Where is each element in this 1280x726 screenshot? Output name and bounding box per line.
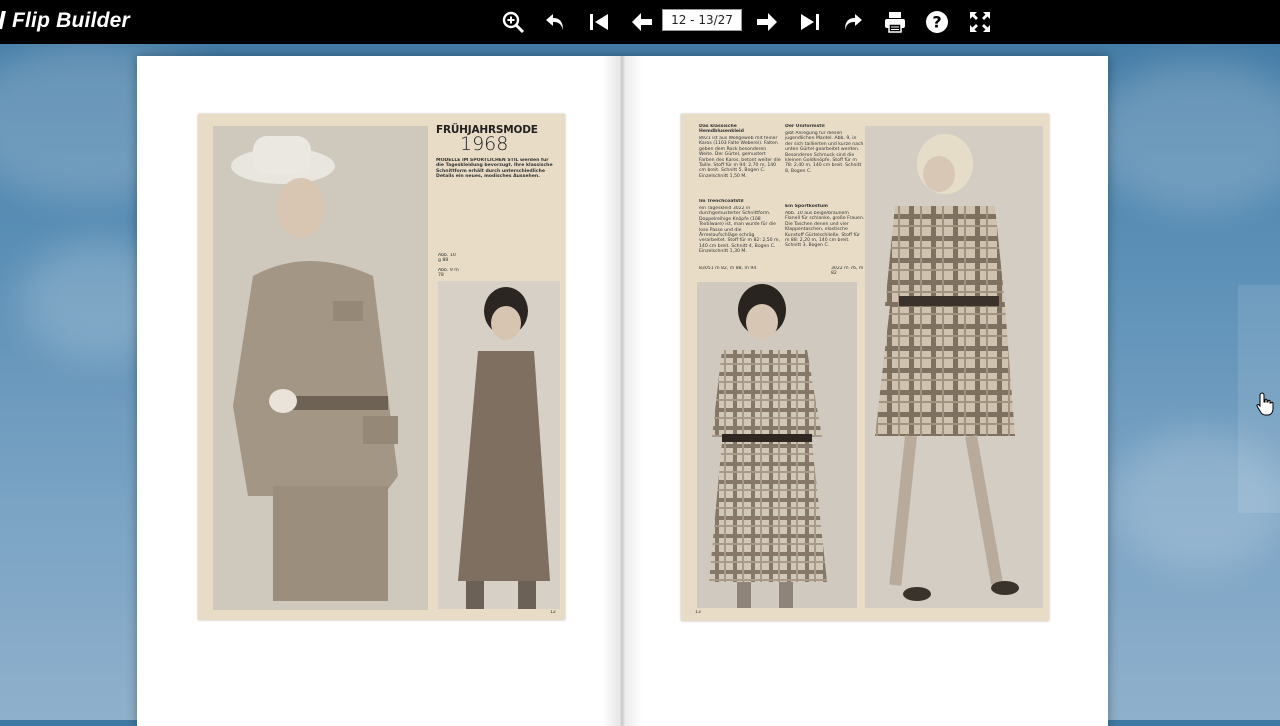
left-page-number: 12 <box>550 610 556 615</box>
col4-text: Abb. 10 aus beige/braunem Flanell für sc… <box>785 211 865 249</box>
last-page-button[interactable] <box>796 8 824 36</box>
left-intro-text: MODELLE IM SPORTLICHEN STIL werden für d… <box>436 158 553 180</box>
right-caption-a: 83051 m 82, m 88, m 94 <box>699 266 757 271</box>
toolbar: Flip Builder ? <box>0 0 1280 44</box>
left-caption-b: Abb. 9 m 78 <box>438 268 459 279</box>
print-icon <box>885 12 905 33</box>
help-icon: ? <box>926 11 948 33</box>
first-page-button[interactable] <box>585 8 613 36</box>
print-button[interactable] <box>881 8 909 36</box>
logo-mark-icon <box>0 11 6 29</box>
flipbook-spread[interactable]: FRÜHJAHRSMODE 1968 MODELLE IM SPORTLICHE… <box>137 56 1108 726</box>
fullscreen-icon <box>970 12 990 32</box>
previous-page-button[interactable] <box>628 8 656 36</box>
fullscreen-button[interactable] <box>966 8 994 36</box>
share-icon <box>845 14 862 30</box>
suit-model-illustration <box>213 126 428 610</box>
col2-text: gibt Anregung für diesen jugendlichen Ma… <box>785 131 864 174</box>
left-caption-a: Abb. 10 g 88 <box>438 253 456 264</box>
suit-model-photo <box>213 126 428 610</box>
hand-cursor-icon <box>1256 392 1274 416</box>
right-caption-b: 3022 m 76, m 82 <box>831 266 864 277</box>
last-page-icon <box>801 14 819 30</box>
next-page-button[interactable] <box>753 8 781 36</box>
check-dress-photo <box>697 282 857 608</box>
zoom-in-icon <box>502 11 525 34</box>
first-page-icon <box>590 14 608 30</box>
col2-title: Der Uniformstil <box>785 124 825 129</box>
col1-text: 8921 ist aus Wollgeweb mit feiner Karos … <box>699 136 781 179</box>
page-number-input[interactable] <box>662 9 742 31</box>
help-button[interactable]: ? <box>923 8 951 36</box>
col3-title: Im Trenchcoatstil <box>699 199 744 204</box>
right-page-scan: Das klassische Hemdblusenkleid 8921 ist … <box>681 114 1049 621</box>
book-spine <box>602 56 642 726</box>
col1-title: Das klassische Hemdblusenkleid <box>699 124 744 135</box>
undo-icon <box>546 14 563 30</box>
col3-text: ein Tageskleid 3022 in durchgemusterter … <box>699 206 780 255</box>
previous-page-icon <box>632 13 652 31</box>
coat-model-illustration <box>438 281 560 609</box>
headline-year: 1968 <box>460 133 509 155</box>
share-button[interactable] <box>838 8 866 36</box>
next-page-icon <box>757 13 777 31</box>
svg-text:?: ? <box>932 13 941 32</box>
undo-button[interactable] <box>542 8 570 36</box>
left-page-scan: FRÜHJAHRSMODE 1968 MODELLE IM SPORTLICHE… <box>198 114 565 620</box>
zoom-in-button[interactable] <box>499 8 527 36</box>
app-title: Flip Builder <box>12 9 130 32</box>
trench-dress-photo <box>865 126 1043 608</box>
coat-model-photo <box>438 281 560 609</box>
right-page-number: 13 <box>695 610 701 615</box>
col4-title: Ein Sportkostüm <box>785 204 828 209</box>
app-logo: Flip Builder <box>0 9 130 33</box>
background-cloud <box>1090 60 1280 210</box>
trench-dress-illustration <box>865 126 1043 608</box>
check-dress-illustration <box>697 282 857 608</box>
